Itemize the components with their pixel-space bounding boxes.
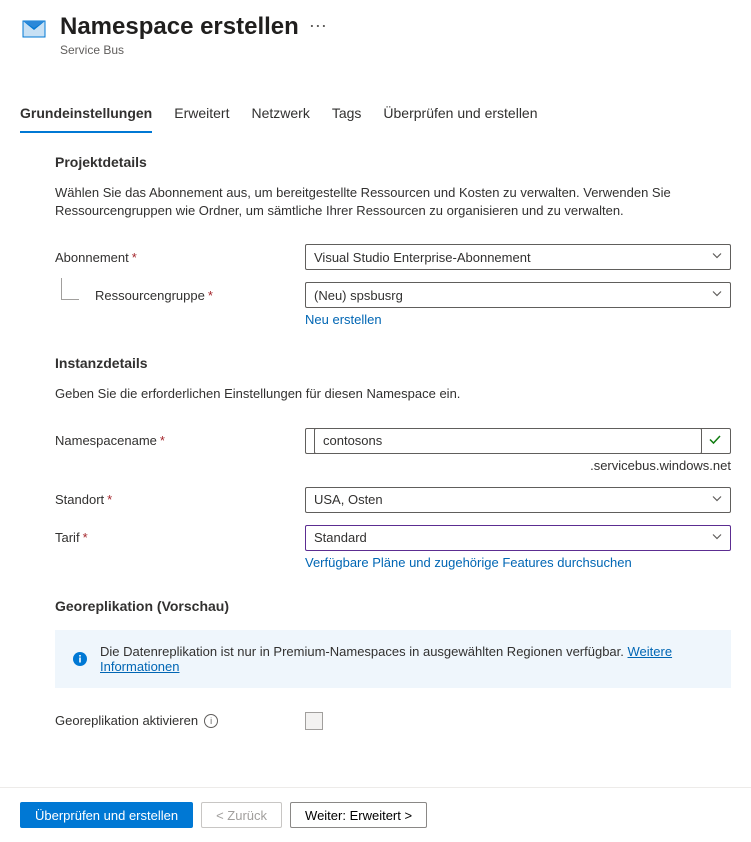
- info-box: Die Datenreplikation ist nur in Premium-…: [55, 630, 731, 688]
- tab-review[interactable]: Überprüfen und erstellen: [383, 97, 537, 133]
- help-icon[interactable]: i: [204, 714, 218, 728]
- review-create-button[interactable]: Überprüfen und erstellen: [20, 802, 193, 828]
- tab-tags[interactable]: Tags: [332, 97, 362, 133]
- georeplication-checkbox: [305, 712, 323, 730]
- footer: Überprüfen und erstellen < Zurück Weiter…: [0, 787, 751, 842]
- page-header: Namespace erstellen ⋯ Service Bus: [0, 0, 751, 57]
- namespace-name-input[interactable]: contosons: [314, 428, 702, 454]
- tier-select[interactable]: Standard: [305, 525, 731, 551]
- namespace-name-label: Namespacename*: [55, 433, 305, 448]
- info-icon: [72, 651, 88, 667]
- browse-plans-link[interactable]: Verfügbare Pläne und zugehörige Features…: [305, 555, 632, 570]
- create-new-rg-link[interactable]: Neu erstellen: [305, 312, 382, 327]
- georeplication-enable-label: Georeplikation aktivieren i: [55, 713, 305, 728]
- service-bus-icon: [20, 14, 48, 42]
- next-button[interactable]: Weiter: Erweitert >: [290, 802, 427, 828]
- location-label: Standort*: [55, 492, 305, 507]
- project-details-desc: Wählen Sie das Abonnement aus, um bereit…: [55, 184, 695, 220]
- resource-group-select[interactable]: (Neu) spsbusrg: [305, 282, 731, 308]
- more-actions-button[interactable]: ⋯: [305, 12, 331, 41]
- namespace-suffix: .servicebus.windows.net: [305, 458, 731, 473]
- info-text: Die Datenreplikation ist nur in Premium-…: [100, 644, 628, 659]
- instance-details-desc: Geben Sie die erforderlichen Einstellung…: [55, 385, 695, 403]
- page-subtitle: Service Bus: [60, 43, 731, 57]
- page-title: Namespace erstellen: [60, 13, 299, 41]
- location-select[interactable]: USA, Osten: [305, 487, 731, 513]
- resource-group-label: Ressourcengruppe*: [55, 288, 305, 303]
- georeplication-heading: Georeplikation (Vorschau): [55, 598, 731, 614]
- tab-networking[interactable]: Netzwerk: [251, 97, 309, 133]
- tab-advanced[interactable]: Erweitert: [174, 97, 229, 133]
- subscription-label: Abonnement*: [55, 250, 305, 265]
- project-details-heading: Projektdetails: [55, 154, 731, 170]
- subscription-select[interactable]: Visual Studio Enterprise-Abonnement: [305, 244, 731, 270]
- tier-label: Tarif*: [55, 530, 305, 545]
- tabs: Grundeinstellungen Erweitert Netzwerk Ta…: [0, 97, 751, 134]
- back-button: < Zurück: [201, 802, 282, 828]
- check-icon: [708, 432, 722, 449]
- instance-details-heading: Instanzdetails: [55, 355, 731, 371]
- tab-basics[interactable]: Grundeinstellungen: [20, 97, 152, 133]
